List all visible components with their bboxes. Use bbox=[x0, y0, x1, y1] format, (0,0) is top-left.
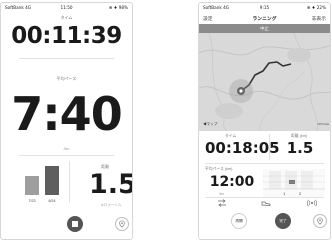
elapsed-time: 00:18:05 bbox=[205, 139, 280, 157]
distance-value: 1.5 bbox=[286, 139, 314, 157]
page-title: ランニング bbox=[252, 17, 277, 22]
splits-chart: 1 2 bbox=[263, 169, 325, 197]
divider bbox=[205, 197, 324, 198]
time-label: タイム bbox=[60, 15, 73, 20]
distance-value: 1.5 bbox=[89, 169, 133, 200]
pace-unit: /km bbox=[219, 192, 225, 196]
divider bbox=[19, 58, 114, 59]
vertical-divider bbox=[69, 161, 70, 203]
map-credit: GPS Data bbox=[317, 123, 329, 126]
pace-label: 平均ペース bbox=[56, 76, 77, 81]
location-button[interactable] bbox=[115, 217, 129, 231]
nav-header: 設定 ランニング 非表示 bbox=[199, 13, 330, 23]
vertical-divider bbox=[269, 134, 270, 160]
average-pace: 12:00 bbox=[209, 174, 255, 190]
divider bbox=[205, 163, 324, 164]
average-pace: 7:40 bbox=[11, 87, 122, 141]
elapsed-time: 00:11:39 bbox=[11, 23, 122, 49]
pace-label: 平均ペース (km) bbox=[205, 167, 233, 171]
hide-button[interactable]: 非表示 bbox=[312, 15, 326, 22]
status-bar: SoftBank 4G 11:50 ⊕ ♦ 98% bbox=[1, 3, 132, 12]
workout-screen-right: SoftBank 4G 9:15 ⊕ ♦ 22% 設定 ランニング 非表示 中止… bbox=[198, 2, 331, 240]
divider bbox=[19, 155, 114, 156]
map-pin-icon bbox=[119, 220, 125, 228]
pace-unit: /km bbox=[63, 147, 70, 151]
distance-unit: キロメートル bbox=[100, 203, 122, 207]
stop-icon bbox=[72, 221, 78, 227]
paused-banner: 中止 bbox=[199, 24, 330, 33]
history-bar-label: 7/23 bbox=[28, 199, 36, 203]
stop-button[interactable] bbox=[67, 216, 83, 232]
history-bar bbox=[45, 166, 59, 195]
battery-indicator: ⊕ ♦ 22% bbox=[306, 5, 326, 10]
route-map[interactable]: ◀マップ GPS Data bbox=[199, 33, 330, 131]
map-label: ◀マップ bbox=[203, 122, 218, 126]
battery-indicator: ⊕ ♦ 98% bbox=[108, 5, 128, 10]
finish-button[interactable]: 完了 bbox=[275, 213, 291, 229]
status-bar: SoftBank 4G 9:15 ⊕ ♦ 22% bbox=[199, 3, 330, 12]
history-bar-chart: 7/23 6/24 bbox=[23, 163, 67, 203]
history-bar-label: 6/24 bbox=[48, 199, 56, 203]
map-terrain bbox=[199, 33, 330, 131]
workout-screen-left: SoftBank 4G 11:50 ⊕ ♦ 98% タイム 00:11:39 平… bbox=[0, 2, 133, 240]
map-pin-icon bbox=[317, 217, 323, 225]
swap-arrows-icon[interactable] bbox=[217, 199, 227, 207]
audio-signal-icon[interactable] bbox=[307, 199, 317, 207]
splits-chart-graphic: 1 2 bbox=[263, 169, 325, 197]
resume-button[interactable]: 再開 bbox=[231, 213, 247, 229]
location-button[interactable] bbox=[313, 214, 327, 228]
history-bar bbox=[25, 176, 39, 195]
shoe-icon[interactable] bbox=[261, 199, 271, 207]
